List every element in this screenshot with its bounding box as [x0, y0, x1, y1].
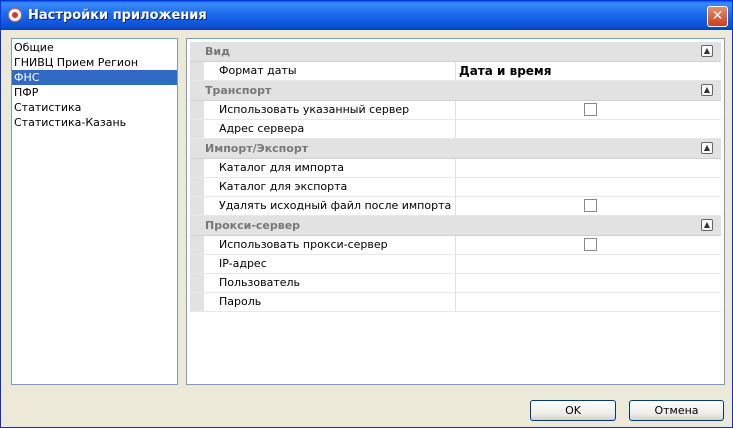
- property-name: Адрес сервера: [205, 120, 456, 138]
- property-row[interactable]: IP-адрес: [190, 255, 721, 274]
- property-value[interactable]: [457, 293, 721, 311]
- cancel-button[interactable]: Отмена: [629, 400, 724, 421]
- chevron-up-icon[interactable]: ▲: [701, 219, 713, 231]
- property-checkbox[interactable]: [584, 199, 597, 212]
- sidebar-item[interactable]: ГНИВЦ Прием Регион: [12, 55, 177, 70]
- chevron-up-icon[interactable]: ▲: [701, 45, 713, 57]
- sidebar-item[interactable]: Статистика: [12, 100, 177, 115]
- property-value[interactable]: [457, 255, 721, 273]
- property-grid-panel: Вид ▲ Формат даты Дата и время Транспорт ▲ Исп…: [186, 38, 725, 385]
- property-checkbox[interactable]: [584, 103, 597, 116]
- property-row[interactable]: Пароль: [190, 293, 721, 312]
- property-row[interactable]: Адрес сервера: [190, 120, 721, 139]
- property-row[interactable]: Удалять исходный файл после импорта: [190, 197, 721, 216]
- property-name: Использовать указанный сервер: [205, 101, 456, 119]
- property-value[interactable]: [457, 236, 721, 254]
- property-checkbox[interactable]: [584, 238, 597, 251]
- close-icon[interactable]: ✕: [707, 6, 728, 27]
- property-value[interactable]: [457, 159, 721, 177]
- settings-window: Настройки приложения ✕ Общие ГНИВЦ Прием …: [0, 0, 733, 428]
- row-gutter: [190, 101, 204, 119]
- property-value[interactable]: [457, 101, 721, 119]
- window-title: Настройки приложения: [28, 8, 207, 23]
- ok-button[interactable]: OK: [530, 400, 616, 421]
- row-gutter: [190, 197, 204, 215]
- sidebar-item[interactable]: ПФР: [12, 85, 177, 100]
- row-gutter: [190, 236, 204, 254]
- property-row[interactable]: Формат даты Дата и время: [190, 62, 721, 81]
- chevron-up-icon[interactable]: ▲: [701, 84, 713, 96]
- property-row[interactable]: Пользователь: [190, 274, 721, 293]
- property-value[interactable]: [457, 120, 721, 138]
- settings-category-list: Общие ГНИВЦ Прием Регион ФНС ПФР Статистика С…: [11, 38, 178, 385]
- property-row[interactable]: Использовать прокси-сервер: [190, 236, 721, 255]
- category-label: Прокси-сервер: [205, 219, 301, 232]
- app-icon: [8, 8, 22, 22]
- property-row[interactable]: Каталог для экспорта: [190, 178, 721, 197]
- sidebar-item[interactable]: ФНС: [12, 70, 177, 85]
- property-name: IP-адрес: [205, 255, 456, 273]
- property-value[interactable]: [457, 274, 721, 292]
- row-gutter: [190, 159, 204, 177]
- category-row: Прокси-сервер ▲: [190, 216, 721, 236]
- chevron-up-icon[interactable]: ▲: [701, 142, 713, 154]
- nav-list: Общие ГНИВЦ Прием Регион ФНС ПФР Статистика С…: [12, 39, 177, 130]
- category-row: Транспорт ▲: [190, 81, 721, 101]
- category-label: Вид: [205, 45, 230, 58]
- property-value[interactable]: [457, 197, 721, 215]
- sidebar-item[interactable]: Общие: [12, 40, 177, 55]
- property-grid: Вид ▲ Формат даты Дата и время Транспорт ▲ Исп…: [190, 42, 721, 312]
- property-name: Каталог для импорта: [205, 159, 456, 177]
- category-label: Импорт/Экспорт: [205, 142, 309, 155]
- row-gutter: [190, 274, 204, 292]
- row-gutter: [190, 255, 204, 273]
- title-bar[interactable]: Настройки приложения ✕: [1, 1, 732, 30]
- row-gutter: [190, 62, 204, 80]
- property-name: Удалять исходный файл после импорта: [205, 197, 456, 215]
- sidebar-item[interactable]: Статистика-Казань: [12, 115, 177, 130]
- category-row: Вид ▲: [190, 42, 721, 62]
- property-row[interactable]: Каталог для импорта: [190, 159, 721, 178]
- property-value[interactable]: [457, 178, 721, 196]
- row-gutter: [190, 120, 204, 138]
- row-gutter: [190, 293, 204, 311]
- property-row[interactable]: Использовать указанный сервер: [190, 101, 721, 120]
- category-label: Транспорт: [205, 84, 272, 97]
- property-name: Формат даты: [205, 62, 456, 80]
- category-row: Импорт/Экспорт ▲: [190, 139, 721, 159]
- property-value[interactable]: Дата и время: [457, 62, 721, 80]
- property-name: Использовать прокси-сервер: [205, 236, 456, 254]
- property-name: Пользователь: [205, 274, 456, 292]
- row-gutter: [190, 178, 204, 196]
- property-name: Пароль: [205, 293, 456, 311]
- property-name: Каталог для экспорта: [205, 178, 456, 196]
